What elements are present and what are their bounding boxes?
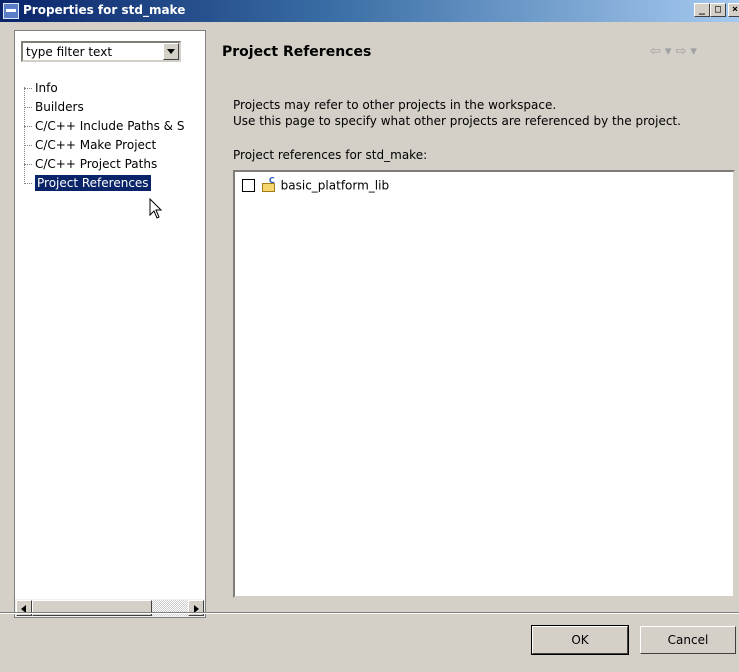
tree-item-label: C/C++ Make Project [35,138,157,152]
tree-item-builders[interactable]: Builders [21,98,220,117]
c-project-folder-icon [261,176,277,193]
minimize-button[interactable]: _ [694,3,710,17]
filter-input[interactable]: type filter text [26,45,112,59]
tree-item-label: Info [35,81,58,95]
tree-item-make-project[interactable]: C/C++ Make Project [21,136,220,155]
tree-item-include-paths[interactable]: C/C++ Include Paths & S [21,117,220,136]
forward-arrow-icon[interactable]: ⇨ [675,44,686,59]
tree-item-info[interactable]: Info [21,79,220,98]
back-arrow-icon[interactable]: ⇦ [650,44,661,59]
divider [0,612,739,614]
project-checkbox[interactable] [242,179,255,192]
page-title: Project References [222,44,372,60]
filter-combo[interactable]: type filter text [21,41,181,62]
project-references-list[interactable]: basic_platform_lib [233,170,735,598]
tree-item-label: Builders [35,100,84,114]
window-title: Properties for std_make [23,3,186,17]
cancel-button[interactable]: Cancel [640,626,736,654]
history-nav: ⇦ ▾ ⇨ ▾ [650,44,701,59]
page-description: Projects may refer to other projects in … [233,97,681,129]
tree-item-label: C/C++ Project Paths [35,157,158,171]
forward-menu-icon[interactable]: ▾ [690,44,697,59]
ok-button[interactable]: OK [531,625,629,655]
project-name: basic_platform_lib [280,178,390,193]
close-button[interactable]: × [728,3,739,17]
property-tree: Info Builders C/C++ Include Paths & S C/… [21,79,220,193]
tree-item-project-references[interactable]: Project References [21,174,220,193]
tree-item-project-paths[interactable]: C/C++ Project Paths [21,155,220,174]
title-bar: Properties for std_make _ □ × [0,0,739,22]
tree-item-label: C/C++ Include Paths & S [35,119,185,133]
property-tree-panel: type filter text Info Builders C/C++ Inc… [14,30,206,618]
app-icon [3,3,19,19]
project-references-label: Project references for std_make: [233,148,428,162]
chevron-down-icon[interactable] [163,43,179,60]
tree-item-label: Project References [35,175,151,191]
horizontal-scrollbar[interactable] [15,599,205,617]
maximize-button[interactable]: □ [710,3,726,17]
description-line: Projects may refer to other projects in … [233,98,557,112]
description-line: Use this page to specify what other proj… [233,114,681,128]
mouse-cursor-icon [149,198,163,219]
back-menu-icon[interactable]: ▾ [665,44,672,59]
list-item[interactable]: basic_platform_lib [242,176,390,196]
